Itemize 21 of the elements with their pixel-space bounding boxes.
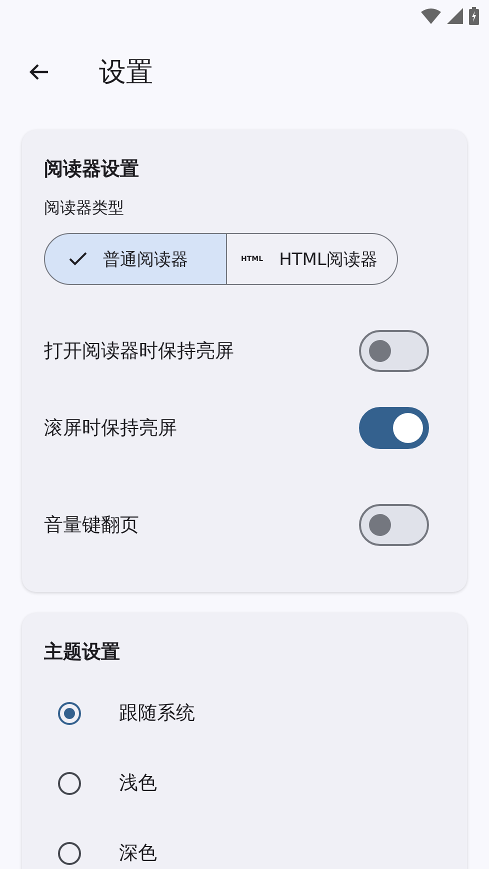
- battery-icon: [469, 7, 479, 25]
- radio-button[interactable]: [58, 702, 81, 724]
- toggle-switch[interactable]: [359, 407, 429, 449]
- option-label: 浅色: [119, 771, 157, 796]
- option-label: 跟随系统: [119, 701, 195, 726]
- segment-button[interactable]: 普通阅读器: [44, 233, 227, 285]
- setting-label: 滚屏时保持亮屏: [44, 416, 177, 441]
- radio-button[interactable]: [58, 772, 81, 794]
- wifi-icon: [421, 8, 441, 24]
- page-title: 设置: [99, 56, 153, 90]
- radio-button[interactable]: [58, 842, 81, 864]
- signal-icon: [447, 8, 463, 24]
- section-title: 主题设置: [44, 640, 121, 665]
- setting-label: 音量键翻页: [44, 513, 139, 538]
- toggle-switch[interactable]: [359, 330, 429, 372]
- toggle-switch[interactable]: [359, 504, 429, 546]
- field-label: 阅读器类型: [44, 198, 125, 219]
- setting-label: 打开阅读器时保持亮屏: [44, 339, 234, 364]
- section-title: 阅读器设置: [44, 157, 140, 182]
- option-label: 深色: [119, 841, 157, 866]
- check-icon: [69, 252, 87, 266]
